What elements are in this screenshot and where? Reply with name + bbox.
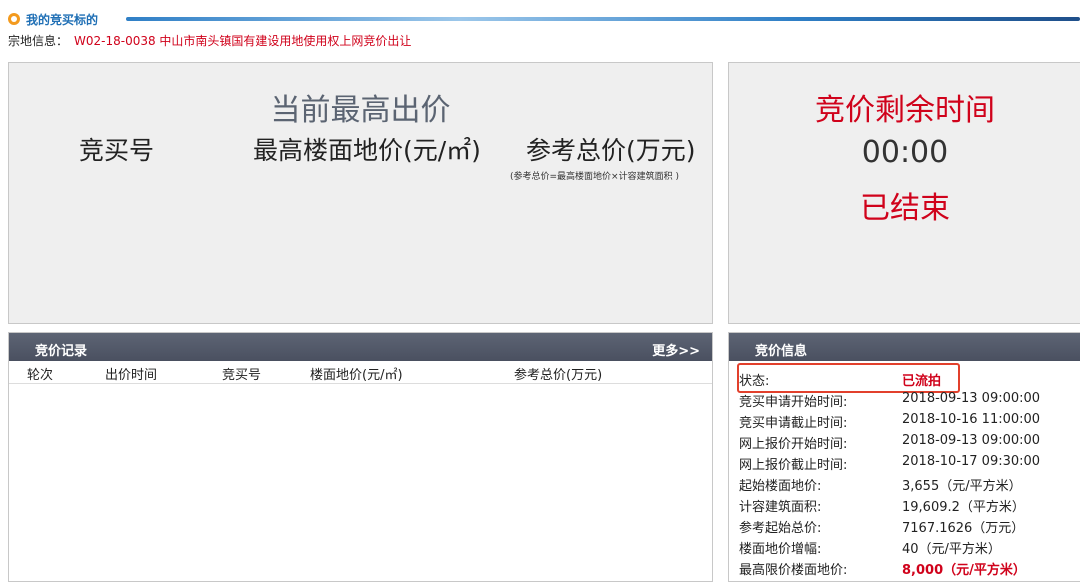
info-key: 楼面地价增幅: bbox=[739, 542, 822, 557]
highest-bid-title: 当前最高出价 bbox=[270, 93, 451, 128]
info-key: 状态: bbox=[739, 374, 770, 389]
highest-bid-panel: 当前最高出价 竞买号 最高楼面地价(元/㎡) 参考总价(万元) (参考总价=最高… bbox=[8, 62, 713, 324]
col-bid-number: 竞买号 bbox=[222, 368, 262, 383]
info-key: 参考起始总价: bbox=[739, 521, 822, 536]
info-key: 网上报价开始时间: bbox=[739, 437, 848, 452]
info-value: 2018-10-17 09:30:00 bbox=[902, 454, 1041, 469]
total-price-note: (参考总价=最高楼面地价×计容建筑面积 ) bbox=[510, 172, 679, 182]
info-key: 网上报价截止时间: bbox=[739, 458, 848, 473]
bid-number-heading: 竞买号 bbox=[79, 136, 155, 165]
info-value: 2018-09-13 09:00:00 bbox=[902, 391, 1041, 406]
bid-records-title: 竞价记录 bbox=[35, 344, 88, 359]
info-key: 起始楼面地价: bbox=[739, 479, 822, 494]
info-key: 最高限价楼面地价: bbox=[739, 563, 848, 578]
parcel-label: 宗地信息： bbox=[8, 34, 69, 48]
col-bid-time: 出价时间 bbox=[105, 368, 158, 383]
countdown-time: 00:00 bbox=[861, 135, 949, 170]
countdown-title: 竞价剩余时间 bbox=[815, 93, 995, 128]
info-value: 已流拍 bbox=[902, 374, 942, 389]
col-floor-price: 楼面地价(元/㎡) bbox=[310, 368, 403, 383]
info-value: 7167.1626（万元） bbox=[902, 521, 1025, 536]
total-price-heading: 参考总价(万元) bbox=[526, 136, 696, 165]
header-divider bbox=[126, 17, 1080, 21]
col-round: 轮次 bbox=[27, 368, 54, 383]
auction-info-title: 竞价信息 bbox=[755, 344, 808, 359]
bid-records-bar: 竞价记录 更多>> bbox=[9, 333, 712, 361]
auction-info-bar: 竞价信息 bbox=[729, 333, 1080, 361]
bid-records-panel: 竞价记录 更多>> 轮次 出价时间 竞买号 楼面地价(元/㎡) 参考总价(万元) bbox=[8, 332, 713, 582]
section-title: 我的竞买标的 bbox=[26, 13, 99, 27]
parcel-info: 宗地信息： W02-18-0038 中山市南头镇国有建设用地使用权上网竞价出让 bbox=[8, 32, 411, 49]
more-link[interactable]: 更多>> bbox=[652, 340, 700, 359]
floor-price-heading: 最高楼面地价(元/㎡) bbox=[253, 136, 481, 165]
info-key: 计容建筑面积: bbox=[739, 500, 822, 515]
col-total-price: 参考总价(万元) bbox=[514, 368, 603, 383]
info-value: 8,000（元/平方米） bbox=[902, 563, 1026, 578]
countdown-panel: 竞价剩余时间 00:00 已结束 bbox=[728, 62, 1080, 324]
auction-state: 已结束 bbox=[860, 191, 950, 226]
parcel-value[interactable]: W02-18-0038 中山市南头镇国有建设用地使用权上网竞价出让 bbox=[74, 34, 411, 48]
info-key: 竞买申请开始时间: bbox=[739, 395, 848, 410]
info-value: 2018-09-13 09:00:00 bbox=[902, 433, 1041, 448]
info-key: 竞买申请截止时间: bbox=[739, 416, 848, 431]
records-table-header: 轮次 出价时间 竞买号 楼面地价(元/㎡) 参考总价(万元) bbox=[9, 361, 712, 384]
auction-info-panel: 竞价信息 状态: 已流拍 竞买申请开始时间: 2018-09-13 09:00:… bbox=[728, 332, 1080, 582]
info-value: 2018-10-16 11:00:00 bbox=[902, 412, 1041, 427]
info-value: 40（元/平方米） bbox=[902, 542, 1001, 557]
info-value: 19,609.2（平方米） bbox=[902, 500, 1025, 515]
section-header: 我的竞买标的 bbox=[8, 11, 1080, 29]
info-value: 3,655（元/平方米） bbox=[902, 479, 1022, 494]
bullet-circle-icon bbox=[8, 13, 20, 25]
